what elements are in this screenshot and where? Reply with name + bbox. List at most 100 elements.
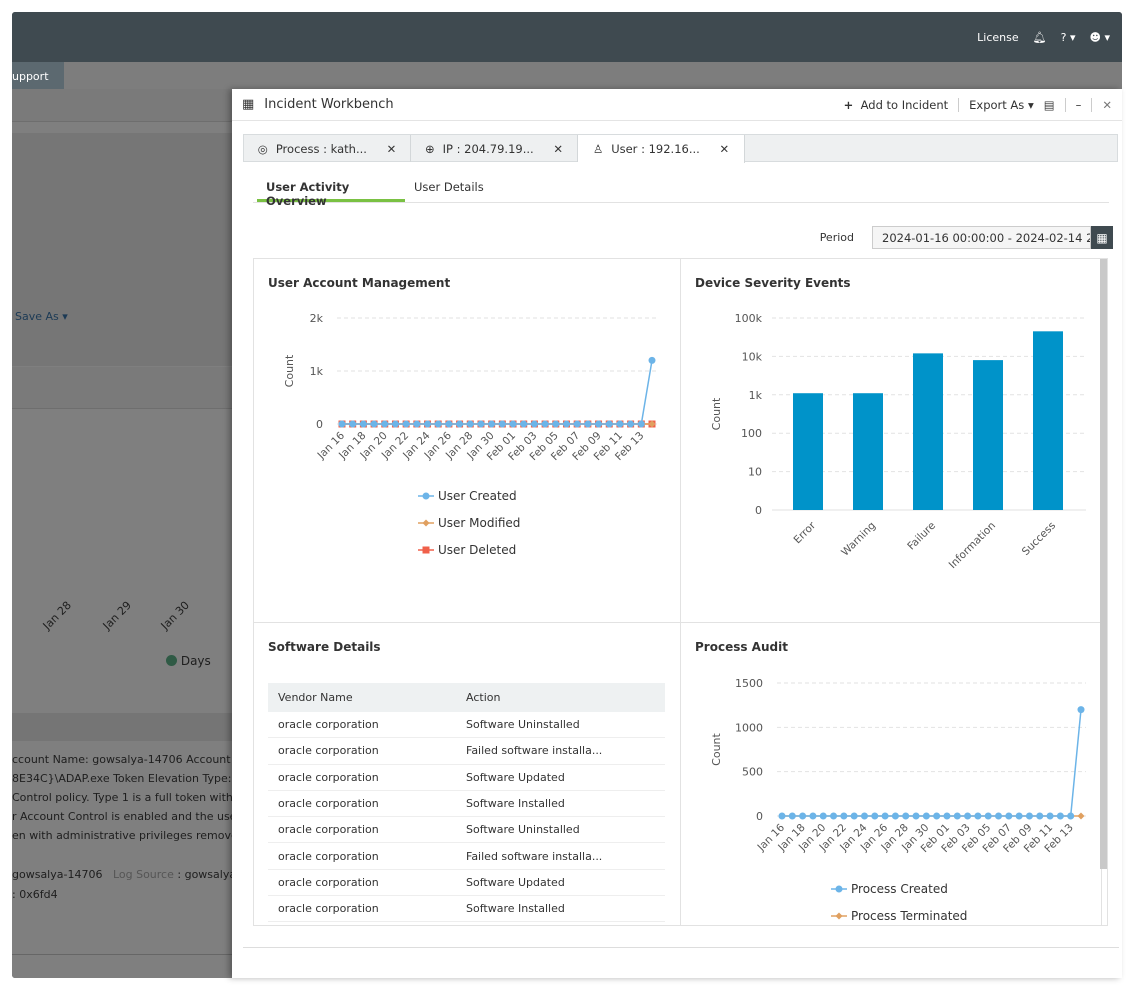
report-schedule-icon[interactable]: ▤ (1044, 98, 1055, 112)
data-point (552, 420, 560, 428)
scrollbar[interactable] (1100, 259, 1107, 869)
bg-legend: Days (166, 654, 211, 668)
bar (853, 393, 883, 510)
top-bar: License 🔔︎ ? ▾ ☻ ▾ (12, 12, 1122, 62)
close-tab-icon[interactable]: ✕ (719, 142, 729, 156)
tab-user-activity-overview[interactable]: User Activity Overview (257, 174, 405, 208)
export-as-button[interactable]: Export As ▾ (969, 98, 1034, 112)
x-tick-label: Error (792, 519, 819, 546)
data-point (541, 420, 549, 428)
data-point (1025, 812, 1033, 820)
data-point (381, 420, 389, 428)
y-tick-label: 0 (316, 418, 323, 431)
license-link[interactable]: License (977, 31, 1018, 44)
action-cell: Software Uninstalled (466, 823, 580, 837)
vendor-cell: oracle corporation (278, 744, 379, 758)
data-point (422, 519, 430, 527)
data-point (943, 812, 951, 820)
tab-process[interactable]: ◎ Process : kath... ✕ (244, 135, 411, 162)
y-tick-label: 500 (742, 766, 763, 779)
period-filter: Period 2024-01-16 00:00:00 - 2024-02-14 … (820, 226, 1113, 249)
legend-label: User Deleted (438, 543, 516, 557)
entity-tabs: ◎ Process : kath... ✕ ⊕ IP : 204.79.19... … (243, 134, 1118, 163)
y-axis-label: Count (283, 354, 296, 387)
vendor-cell: oracle corporation (278, 902, 379, 916)
calendar-icon[interactable]: ▦ (1091, 226, 1113, 249)
vendor-cell: oracle corporation (278, 718, 379, 732)
data-point (520, 420, 528, 428)
help-icon: ? (1060, 30, 1067, 44)
plus-icon: + (843, 97, 854, 112)
user-icon: ♙ (592, 142, 604, 156)
y-tick-label: 1500 (735, 677, 763, 690)
data-point (530, 420, 538, 428)
table-row[interactable]: oracle corporation Failed software instal… (268, 738, 665, 765)
account-menu[interactable]: ☻ ▾ (1090, 31, 1111, 44)
add-to-incident-button[interactable]: + Add to Incident (844, 98, 948, 112)
data-point (1077, 706, 1085, 714)
action-cell: Software Updated (466, 770, 565, 784)
data-point (338, 420, 346, 428)
data-point (1077, 812, 1085, 820)
x-tick-label: Warning (839, 520, 878, 559)
period-label: Period (819, 231, 854, 244)
data-point (422, 546, 430, 554)
widget-device-severity-events: Device Severity Events Count 0 10 100 1k 10k 1… (681, 259, 1102, 623)
vendor-cell: oracle corporation (278, 823, 379, 837)
save-as-button[interactable]: Save As ▾ (15, 310, 68, 323)
legend-label: Process Created (851, 882, 948, 896)
data-point (819, 812, 827, 820)
data-point (840, 812, 848, 820)
widget-title: User Account Management (268, 276, 451, 290)
table-row[interactable]: oracle corporation Software Uninstalled (268, 712, 665, 739)
action-cell: Failed software installa... (466, 744, 603, 758)
data-point (964, 812, 972, 820)
table-row[interactable]: oracle corporation Software Uninstalled (268, 817, 665, 844)
action-cell: Software Installed (466, 902, 565, 916)
data-point (466, 420, 474, 428)
globe-icon: ⊕ (425, 141, 435, 156)
action-cell: Software Uninstalled (466, 718, 580, 732)
series-line (782, 709, 1082, 817)
data-point (402, 420, 410, 428)
data-point (573, 420, 581, 428)
period-input[interactable]: 2024-01-16 00:00:00 - 2024-02-14 23:59:5… (872, 226, 1091, 249)
table-row[interactable]: oracle corporation Software Installed (268, 791, 665, 818)
table-row[interactable]: oracle corporation Software Updated (268, 765, 665, 791)
help-menu[interactable]: ? ▾ (1061, 31, 1076, 44)
legend-label: User Modified (438, 516, 520, 530)
background-page: Save As ▾ Jan 28 Jan 29 Jan 30 Days ccou… (12, 89, 245, 978)
data-point (1056, 812, 1064, 820)
pid-value: : 0x6fd4 (12, 888, 58, 901)
close-tab-icon[interactable]: ✕ (553, 142, 563, 156)
data-point (1067, 812, 1075, 820)
dashboard-grid: User Account Management Count 0 1k 2k Jan 16… (253, 258, 1108, 926)
table-row[interactable]: oracle corporation Software Installed (268, 896, 665, 923)
data-point (434, 420, 442, 428)
data-point (349, 420, 357, 428)
table-row[interactable]: oracle corporation Failed software instal… (268, 843, 665, 870)
tab-user[interactable]: ♙ User : 192.16... ✕ (578, 135, 745, 163)
tab-ip[interactable]: ⊕ IP : 204.79.19... ✕ (411, 135, 578, 162)
data-point (445, 420, 453, 428)
data-point (891, 812, 899, 820)
data-point (799, 812, 807, 820)
data-point (871, 812, 879, 820)
tab-user-details[interactable]: User Details (405, 174, 491, 202)
bg-tab-support[interactable]: upport (12, 62, 64, 89)
data-point (477, 420, 485, 428)
close-tab-icon[interactable]: ✕ (387, 142, 397, 156)
widget-process-audit: Process Audit Count 0 500 1000 1500 Jan 16 Jan… (681, 623, 1102, 925)
minimize-button[interactable]: – (1076, 98, 1082, 112)
bell-icon[interactable]: 🔔︎ (1033, 31, 1047, 44)
data-point (788, 812, 796, 820)
widget-title: Process Audit (695, 640, 788, 654)
bar (913, 353, 943, 510)
y-tick-label: 10 (748, 466, 762, 479)
log-line: Control policy. Type 1 is a full token w… (12, 791, 233, 804)
table-row[interactable]: oracle corporation Software Updated (268, 870, 665, 897)
user-circle-icon: ☻ (1089, 30, 1101, 44)
log-line: en with administrative privileges remove… (12, 829, 245, 842)
y-tick-label: 0 (756, 810, 763, 823)
close-icon[interactable]: ✕ (1102, 98, 1112, 112)
